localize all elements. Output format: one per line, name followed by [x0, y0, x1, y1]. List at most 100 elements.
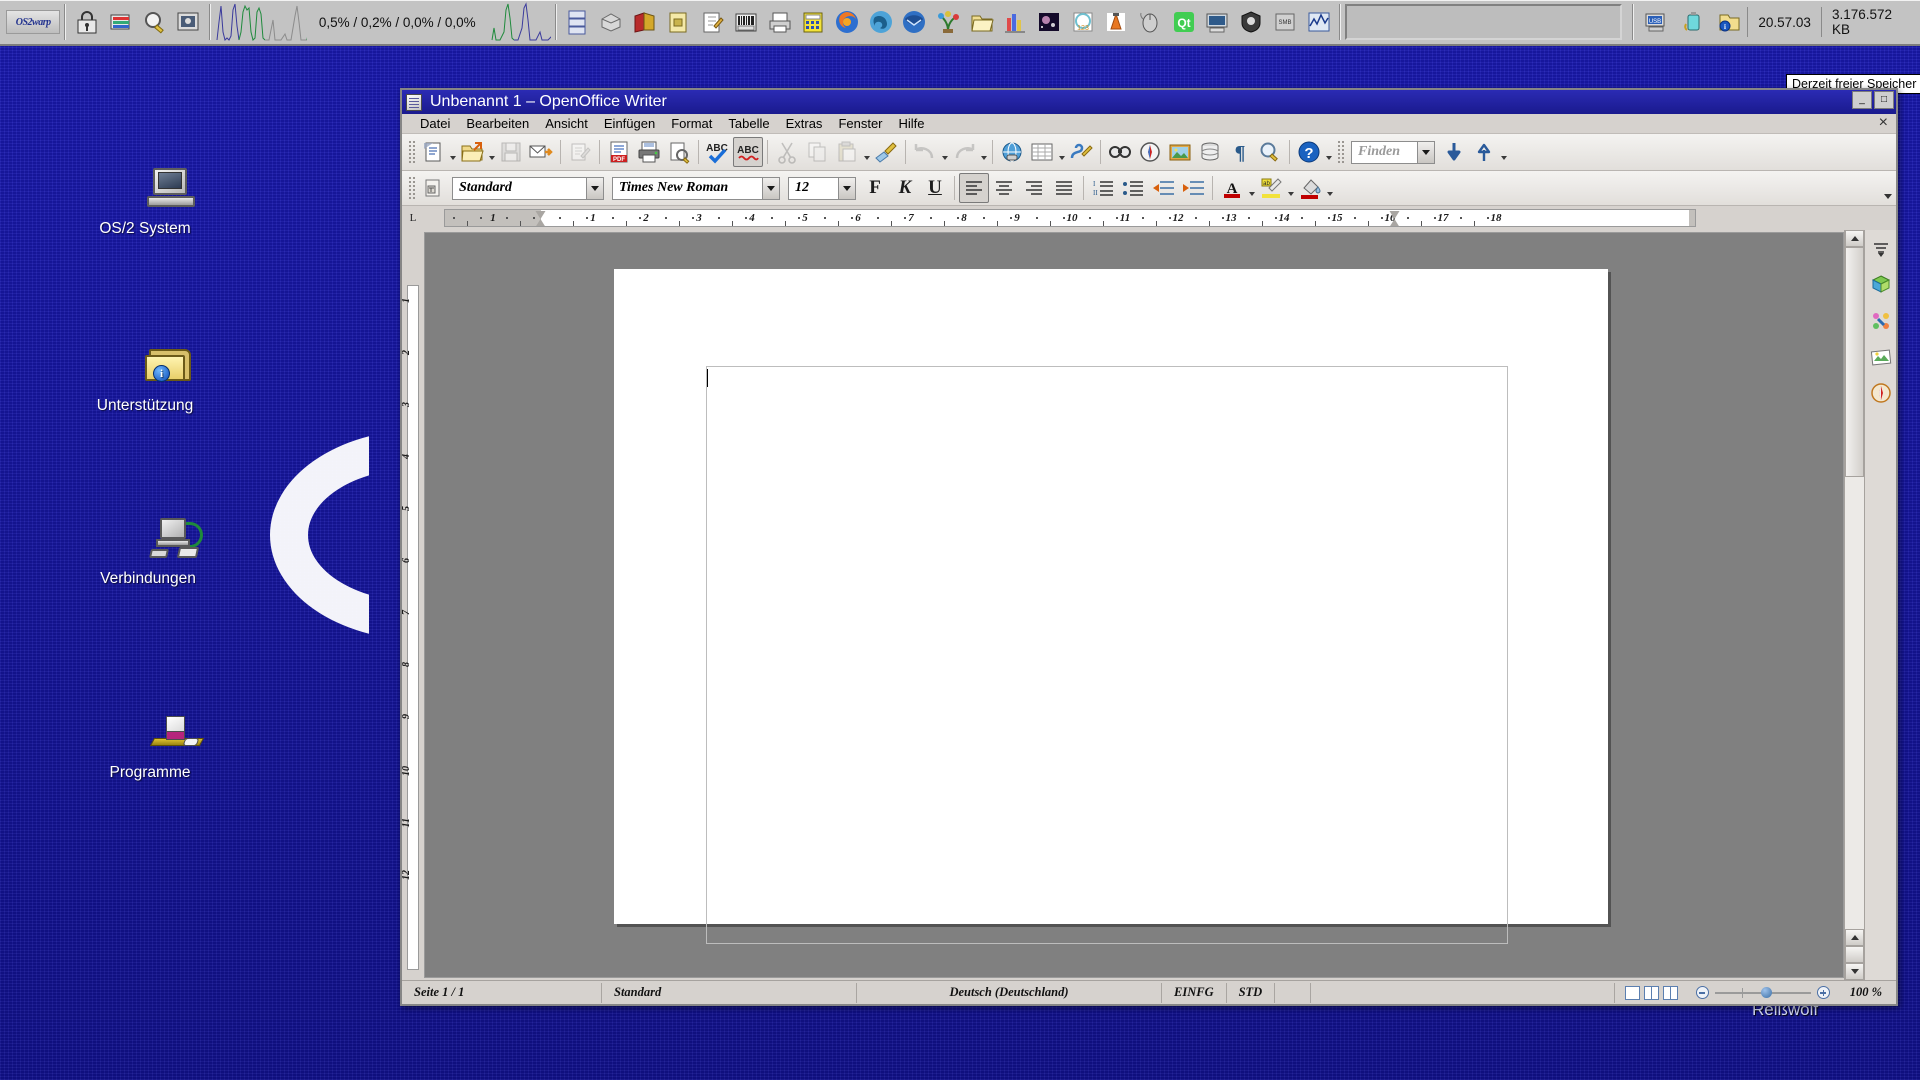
menu-einfuegen[interactable]: Einfügen — [596, 115, 663, 132]
highlighting-button[interactable]: ab — [1256, 173, 1286, 203]
formatting-toolbar-grip[interactable] — [407, 175, 415, 201]
single-page-view-icon[interactable] — [1624, 985, 1640, 1000]
send-email-button[interactable] — [526, 137, 556, 167]
editor-icon[interactable] — [697, 5, 727, 39]
intel-icon[interactable] — [1304, 5, 1334, 39]
book-view-icon[interactable] — [1662, 985, 1678, 1000]
paragraph-style-dropdown-icon[interactable] — [586, 177, 603, 199]
align-justified-button[interactable] — [1049, 173, 1079, 203]
numbers-icon[interactable]: 123 — [1068, 5, 1098, 39]
folder-info-tray-icon[interactable]: i — [1713, 5, 1745, 39]
desktop-icon-os2-system[interactable]: OS/2 System — [60, 168, 230, 238]
status-style[interactable]: Standard — [602, 982, 857, 1003]
indent-marker[interactable] — [535, 211, 547, 226]
paragraph-style-combo[interactable]: Standard — [452, 176, 604, 200]
status-modified[interactable] — [1275, 982, 1312, 1003]
menu-bearbeiten[interactable]: Bearbeiten — [458, 115, 537, 132]
minimize-button[interactable]: _ — [1852, 91, 1872, 109]
toolbar-grip[interactable] — [407, 139, 415, 165]
print-button[interactable] — [634, 137, 664, 167]
firefox-icon[interactable] — [832, 5, 862, 39]
mouse-icon[interactable] — [1135, 5, 1165, 39]
space-icon[interactable] — [1034, 5, 1064, 39]
insert-table-button[interactable] — [1027, 137, 1057, 167]
align-left-button[interactable] — [959, 173, 989, 203]
menu-format[interactable]: Format — [663, 115, 720, 132]
calculator-icon[interactable] — [798, 5, 828, 39]
desktop-icon[interactable] — [173, 5, 203, 39]
thunderbird-icon[interactable] — [899, 5, 929, 39]
formatting-toolbar-overflow-icon[interactable] — [1882, 175, 1894, 201]
city-icon[interactable] — [1000, 5, 1030, 39]
lock-icon[interactable] — [72, 5, 102, 39]
new-document-dropdown-icon[interactable] — [448, 137, 457, 167]
paste-button[interactable] — [832, 137, 862, 167]
menu-hilfe[interactable]: Hilfe — [891, 115, 933, 132]
formatting-marks-button[interactable]: ¶ — [1225, 137, 1255, 167]
unordered-list-button[interactable] — [1118, 173, 1148, 203]
font-name-dropdown-icon[interactable] — [762, 177, 779, 199]
status-digital-signature[interactable] — [1311, 982, 1615, 1003]
close-document-icon[interactable]: × — [1879, 114, 1888, 132]
show-draw-functions-button[interactable] — [1066, 137, 1096, 167]
autospellcheck-button[interactable]: ABC — [733, 137, 763, 167]
new-document-button[interactable] — [418, 137, 448, 167]
qt-icon[interactable]: Qt — [1169, 5, 1199, 39]
background-color-dropdown-icon[interactable] — [1325, 173, 1334, 203]
printer-icon[interactable] — [765, 5, 795, 39]
italic-button[interactable]: K — [890, 174, 920, 202]
menu-ansicht[interactable]: Ansicht — [537, 115, 596, 132]
font-size-dropdown-icon[interactable] — [838, 177, 855, 199]
apply-style-icon[interactable] — [418, 173, 448, 203]
gallery-button[interactable] — [1165, 137, 1195, 167]
redo-dropdown-icon[interactable] — [979, 137, 988, 167]
scrollbar-track[interactable] — [1845, 477, 1864, 929]
redo-button[interactable] — [949, 137, 979, 167]
status-selection-mode[interactable]: STD — [1227, 982, 1276, 1003]
background-color-button[interactable] — [1295, 173, 1325, 203]
ordered-list-button[interactable]: I II — [1088, 173, 1118, 203]
desktop-icon-unterstuetzung[interactable]: i Unterstützung — [60, 345, 230, 415]
monitor-icon[interactable] — [1203, 5, 1233, 39]
hyperlink-button[interactable] — [997, 137, 1027, 167]
find-replace-button[interactable] — [1105, 137, 1135, 167]
gallery-sidebar-icon[interactable] — [1868, 272, 1894, 298]
status-insert-mode[interactable]: EINFG — [1162, 982, 1227, 1003]
folder-open-icon[interactable] — [967, 5, 997, 39]
save-button[interactable] — [496, 137, 526, 167]
find-icon[interactable] — [140, 5, 170, 39]
menu-extras[interactable]: Extras — [778, 115, 831, 132]
window-list-icon[interactable] — [106, 5, 136, 39]
find-toolbar-grip[interactable] — [1336, 139, 1344, 165]
xcenter-input-field[interactable] — [1345, 4, 1623, 40]
find-toolbar-dropdown-icon[interactable] — [1499, 137, 1508, 167]
free-memory-indicator[interactable]: 3.176.572 KB — [1820, 7, 1920, 37]
find-next-button[interactable] — [1439, 137, 1469, 167]
paste-dropdown-icon[interactable] — [862, 137, 871, 167]
bold-button[interactable]: F — [860, 174, 890, 202]
document-canvas[interactable] — [424, 232, 1844, 978]
image-sidebar-icon[interactable] — [1868, 344, 1894, 370]
print-preview-button[interactable] — [664, 137, 694, 167]
battery-icon[interactable] — [1677, 5, 1709, 39]
navigator-button[interactable] — [1135, 137, 1165, 167]
clock[interactable]: 20.57.03 — [1747, 7, 1821, 37]
edit-file-button[interactable] — [565, 137, 595, 167]
drives-icon[interactable] — [563, 5, 593, 39]
undo-button[interactable] — [910, 137, 940, 167]
harddisk-icon[interactable] — [596, 5, 626, 39]
status-language[interactable]: Deutsch (Deutschland) — [857, 982, 1162, 1003]
cut-button[interactable] — [772, 137, 802, 167]
help-dropdown-icon[interactable] — [1324, 137, 1333, 167]
os2-warp-logo[interactable]: OS2warp — [6, 10, 61, 34]
status-zoom-value[interactable]: 100 % — [1838, 983, 1896, 1003]
spelling-button[interactable]: ABC — [703, 137, 733, 167]
scrollbar-thumb[interactable] — [1845, 247, 1864, 477]
status-page[interactable]: Seite 1 / 1 — [402, 982, 602, 1003]
sidebar-menu-icon[interactable] — [1868, 236, 1894, 262]
seamonkey-icon[interactable] — [866, 5, 896, 39]
open-document-button[interactable] — [457, 137, 487, 167]
font-name-combo[interactable]: Times New Roman — [612, 176, 780, 200]
navigator-sidebar-icon[interactable] — [1868, 380, 1894, 406]
multi-page-view-icon[interactable] — [1643, 985, 1659, 1000]
